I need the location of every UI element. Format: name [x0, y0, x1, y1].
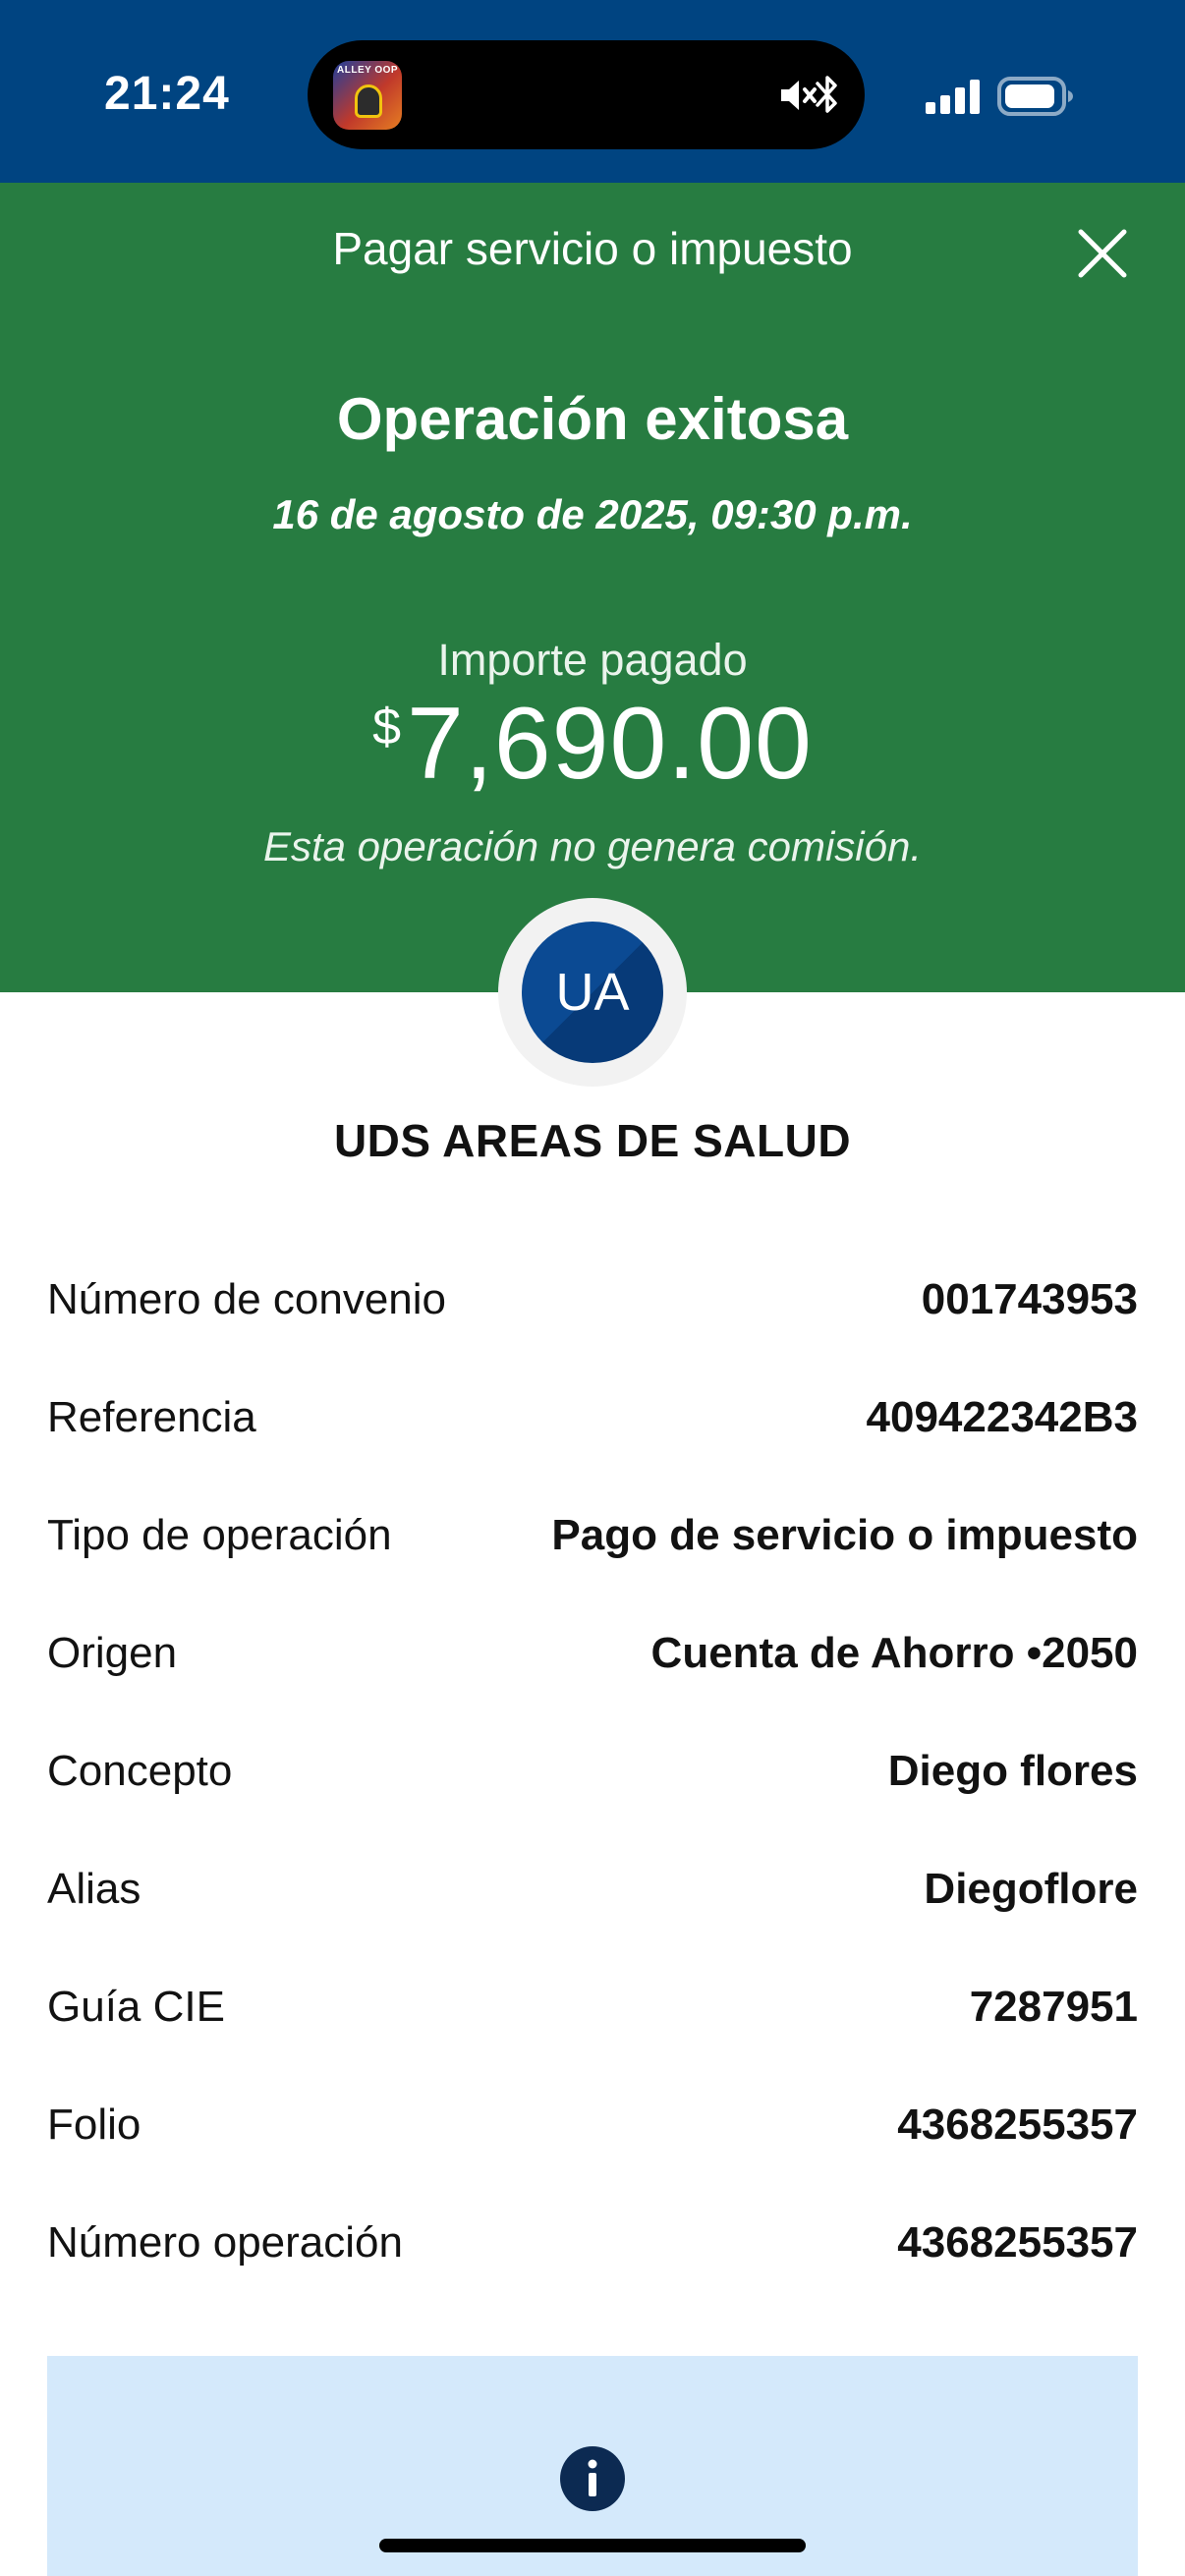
detail-value: 7287951 [969, 1983, 1138, 2031]
status-time: 21:24 [104, 68, 230, 120]
detail-value: 001743953 [921, 1275, 1138, 1323]
detail-label: Origen [47, 1629, 178, 1677]
amount: $7,690.00 [0, 687, 1185, 801]
detail-row-guia-cie: Guía CIE 7287951 [47, 1953, 1138, 2071]
operation-details: Número de convenio 001743953 Referencia … [47, 1246, 1138, 2307]
signal-icon [926, 80, 980, 114]
detail-row-numero-operacion: Número operación 4368255357 [47, 2189, 1138, 2307]
detail-row-referencia: Referencia 409422342B3 [47, 1364, 1138, 1482]
success-title: Operación exitosa [336, 386, 849, 452]
info-icon [560, 2446, 625, 2511]
amount-value: 7,690.00 [407, 687, 813, 801]
avatar-ring: UA [498, 898, 687, 1087]
battery-icon [997, 77, 1073, 116]
detail-value: Diegoflore [924, 1865, 1138, 1913]
detail-row-concepto: Concepto Diego flores [47, 1717, 1138, 1835]
detail-label: Concepto [47, 1747, 233, 1795]
detail-row-origen: Origen Cuenta de Ahorro •2050 [47, 1599, 1138, 1717]
detail-label: Alias [47, 1865, 141, 1913]
status-bar: 21:24 ALLEY OOP [0, 0, 1185, 183]
detail-row-tipo-operacion: Tipo de operación Pago de servicio o imp… [47, 1482, 1138, 1599]
amount-label: Importe pagado [437, 635, 748, 685]
bluetooth-icon [816, 76, 837, 113]
detail-row-folio: Folio 4368255357 [47, 2071, 1138, 2189]
detail-value: Cuenta de Ahorro •2050 [650, 1629, 1138, 1677]
app-icon-figure [355, 84, 382, 118]
commission-note: Esta operación no genera comisión. [262, 823, 923, 869]
detail-label: Tipo de operación [47, 1511, 392, 1559]
page-title: Pagar servicio o impuesto [332, 223, 853, 274]
detail-row-alias: Alias Diegoflore [47, 1835, 1138, 1953]
operation-date: 16 de agosto de 2025, 09:30 p.m. [272, 491, 913, 537]
detail-value: Diego flores [887, 1747, 1138, 1795]
detail-value: Pago de servicio o impuesto [551, 1511, 1138, 1559]
detail-value: 4368255357 [897, 2218, 1138, 2267]
home-indicator[interactable] [379, 2539, 806, 2552]
detail-label: Folio [47, 2100, 141, 2149]
detail-label: Número de convenio [47, 1275, 447, 1323]
success-header: Pagar servicio o impuesto Operación exit… [0, 183, 1185, 992]
now-playing-app-icon[interactable]: ALLEY OOP [333, 61, 402, 130]
close-icon[interactable] [1071, 222, 1134, 285]
currency-symbol: $ [372, 699, 402, 756]
avatar: UA [522, 922, 663, 1063]
dynamic-island: ALLEY OOP [308, 40, 865, 149]
app-icon-caption: ALLEY OOP [337, 65, 399, 76]
detail-value: 4368255357 [897, 2100, 1138, 2149]
beneficiary-name: UDS AREAS DE SALUD [333, 1115, 852, 1166]
detail-value: 409422342B3 [866, 1393, 1138, 1441]
detail-label: Referencia [47, 1393, 256, 1441]
detail-row-numero-convenio: Número de convenio 001743953 [47, 1246, 1138, 1364]
detail-label: Número operación [47, 2218, 403, 2267]
detail-label: Guía CIE [47, 1983, 225, 2031]
